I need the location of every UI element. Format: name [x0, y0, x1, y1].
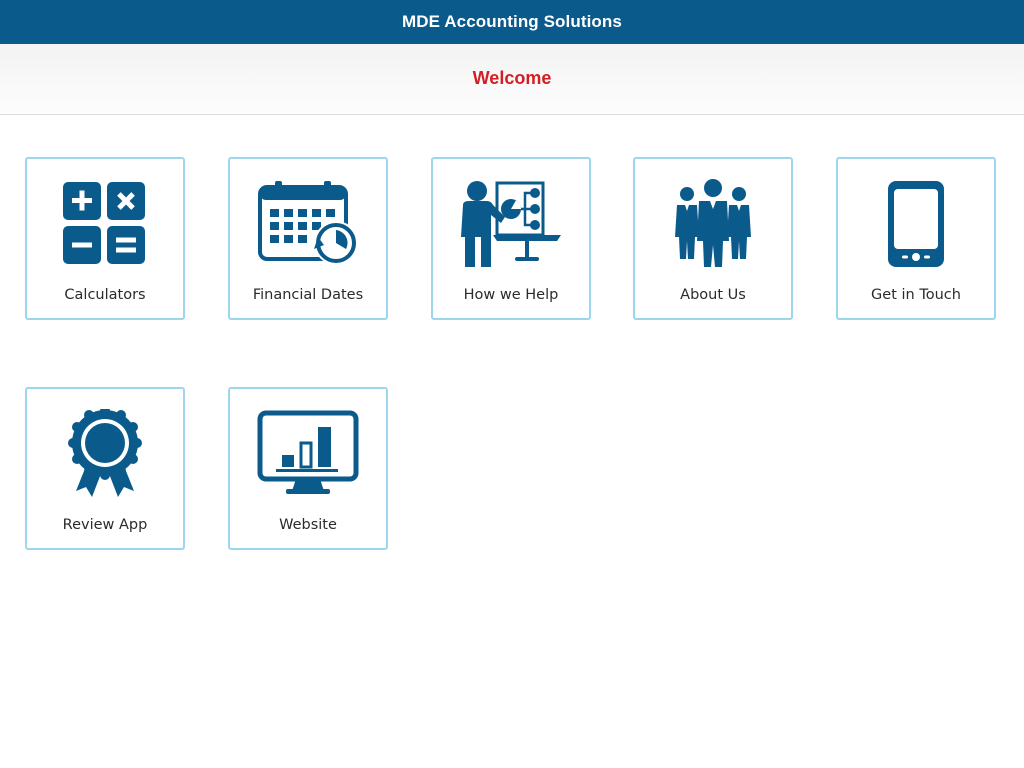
- monitor-chart-icon: [257, 410, 359, 494]
- welcome-banner: Welcome: [0, 44, 1024, 115]
- calculator-icon: [63, 182, 145, 264]
- tile-label: How we Help: [463, 287, 559, 303]
- tile-how-we-help[interactable]: How we Help: [431, 157, 591, 320]
- tile-label: About Us: [680, 287, 746, 303]
- tile-get-in-touch[interactable]: Get in Touch: [836, 157, 996, 320]
- app-title: MDE Accounting Solutions: [402, 12, 622, 31]
- tile-label: Financial Dates: [252, 287, 364, 303]
- award-ribbon-icon: [68, 409, 142, 497]
- tile-review-app[interactable]: Review App: [25, 387, 185, 550]
- tile-label: Get in Touch: [871, 287, 961, 303]
- tile-about-us[interactable]: About Us: [633, 157, 793, 320]
- tile-calculators[interactable]: Calculators: [25, 157, 185, 320]
- app-screen: MDE Accounting Solutions Welcome Calcula…: [0, 0, 1024, 768]
- tile-label: Website: [279, 517, 337, 533]
- tile-financial-dates[interactable]: Financial Dates: [228, 157, 388, 320]
- tile-website[interactable]: Website: [228, 387, 388, 550]
- presentation-icon: [461, 181, 561, 267]
- phone-icon: [888, 181, 944, 267]
- navigation-bar: MDE Accounting Solutions: [0, 0, 1024, 44]
- team-icon: [675, 179, 751, 267]
- welcome-text: Welcome: [472, 68, 552, 88]
- tile-label: Calculators: [64, 287, 146, 303]
- calendar-clock-icon: [258, 181, 358, 265]
- tile-label: Review App: [62, 517, 148, 533]
